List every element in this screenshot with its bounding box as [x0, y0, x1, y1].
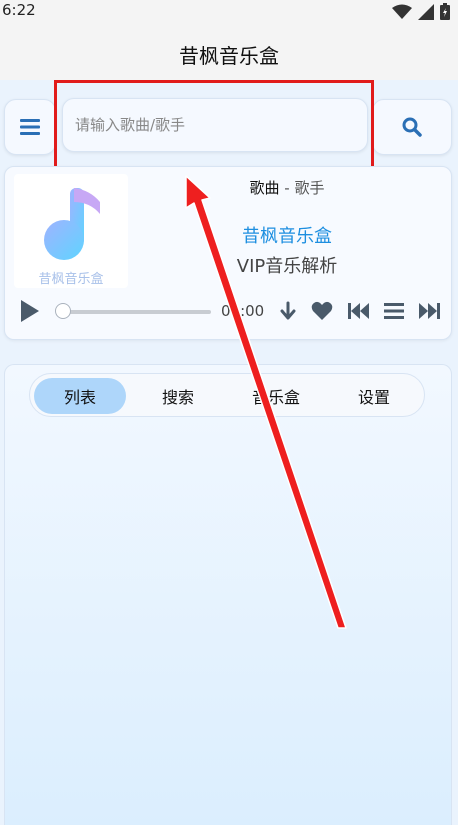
wifi-icon — [392, 4, 412, 19]
download-icon — [280, 301, 296, 320]
cover-text: 昔枫音乐盒 — [38, 272, 104, 287]
tab-search[interactable]: 搜索 — [132, 378, 224, 414]
current-time: 00:00 — [221, 302, 265, 320]
status-icons — [392, 3, 450, 20]
progress-bar[interactable] — [55, 303, 211, 319]
song-title: 歌曲 — [249, 179, 280, 197]
brand-name: 昔枫音乐盒 — [242, 226, 332, 247]
play-button[interactable] — [18, 297, 42, 325]
skip-back-icon — [348, 303, 369, 319]
player-card: 昔枫音乐盒 歌曲 - 歌手 昔枫音乐盒 VIP音乐解析 00:00 — [4, 166, 452, 340]
tab-music-box[interactable]: 音乐盒 — [230, 378, 322, 414]
menu-button[interactable] — [4, 99, 56, 155]
menu-icon — [20, 119, 40, 135]
heart-icon — [311, 301, 333, 320]
brand-subtitle: VIP音乐解析 — [236, 256, 338, 277]
tab-bar: 列表 搜索 音乐盒 设置 — [29, 373, 425, 417]
download-button[interactable] — [275, 298, 301, 324]
search-button[interactable] — [372, 99, 452, 155]
title-bar: 昔枫音乐盒 — [0, 24, 458, 80]
album-cover: 昔枫音乐盒 — [14, 174, 128, 288]
signal-icon — [418, 3, 434, 20]
favorite-button[interactable] — [309, 298, 335, 324]
search-input[interactable] — [62, 98, 368, 152]
song-artist: 歌手 — [294, 179, 325, 197]
search-icon — [402, 117, 422, 137]
battery-icon — [440, 3, 450, 20]
play-icon — [21, 300, 39, 322]
previous-button[interactable] — [346, 298, 372, 324]
music-note-icon — [44, 188, 100, 260]
song-separator: - — [284, 179, 290, 197]
list-icon — [384, 303, 404, 319]
song-info: 歌曲 - 歌手 — [127, 177, 447, 198]
next-button[interactable] — [416, 298, 442, 324]
status-time: 6:22 — [2, 1, 36, 19]
tab-list[interactable]: 列表 — [34, 378, 126, 414]
status-bar: 6:22 — [0, 0, 458, 24]
progress-knob[interactable] — [55, 303, 71, 319]
content-panel: 列表 搜索 音乐盒 设置 — [4, 364, 452, 825]
app-title: 昔枫音乐盒 — [179, 44, 279, 68]
skip-forward-icon — [419, 303, 440, 319]
playlist-button[interactable] — [381, 298, 407, 324]
tab-settings[interactable]: 设置 — [328, 378, 420, 414]
